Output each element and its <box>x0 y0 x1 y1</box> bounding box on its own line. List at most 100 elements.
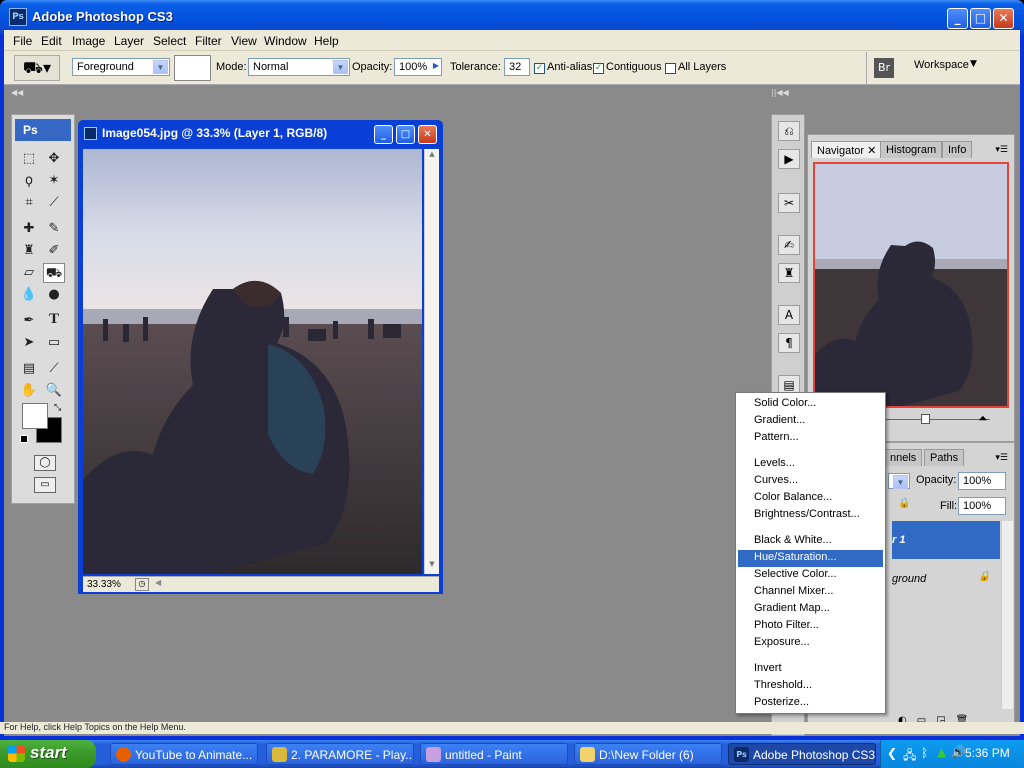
taskbar-item-player[interactable]: 2. PARAMORE - Play... <box>266 743 414 765</box>
paint-bucket-tool-preset-icon[interactable]: ⛟▾ <box>14 55 60 81</box>
eyedropper-tool-icon[interactable]: ⟋ <box>43 359 65 379</box>
menu-item-threshold[interactable]: Threshold... <box>738 678 883 695</box>
blur-tool-icon[interactable]: 💧 <box>18 285 40 305</box>
workspace-button[interactable]: Workspace <box>914 59 969 71</box>
screen-mode-icon[interactable]: ▭ <box>34 477 56 493</box>
title-bar[interactable]: Ps Adobe Photoshop CS3 _ □ ✕ <box>0 0 1024 34</box>
pen-tool-icon[interactable]: ✒ <box>18 311 40 331</box>
history-brush-tool-icon[interactable]: ✐ <box>43 241 65 261</box>
shape-tool-icon[interactable]: ▭ <box>43 333 65 353</box>
crop-tool-icon[interactable]: ⌗ <box>18 193 40 213</box>
menu-image[interactable]: Image <box>72 34 105 48</box>
menu-file[interactable]: File <box>13 34 32 48</box>
image-canvas[interactable] <box>83 149 422 574</box>
menu-item-gradient-map[interactable]: Gradient Map... <box>738 601 883 618</box>
all-layers-checkbox[interactable] <box>665 63 676 74</box>
tab-paths[interactable]: Paths <box>924 449 965 466</box>
tolerance-field[interactable]: 32 <box>504 58 530 76</box>
clone-source-icon[interactable]: ♜ <box>778 263 800 283</box>
menu-item-selective-color[interactable]: Selective Color... <box>738 567 883 584</box>
default-colors-icon[interactable] <box>20 435 28 443</box>
menu-item-pattern[interactable]: Pattern... <box>738 430 883 447</box>
layer-row-layer1[interactable]: r 1 <box>892 521 1000 559</box>
tab-histogram[interactable]: Histogram <box>880 141 943 158</box>
antialias-checkbox[interactable]: ✓ <box>534 63 545 74</box>
navigator-thumbnail[interactable] <box>813 162 1009 408</box>
dodge-tool-icon[interactable]: ● <box>43 285 65 305</box>
lock-icon[interactable]: 🔒 <box>898 498 910 509</box>
tab-navigator[interactable]: Navigator ✕ <box>811 141 883 158</box>
menu-filter[interactable]: Filter <box>195 34 222 48</box>
doc-maximize-button[interactable]: □ <box>396 125 415 144</box>
menu-item-channel-mixer[interactable]: Channel Mixer... <box>738 584 883 601</box>
scroll-up-icon[interactable]: ▲ <box>426 150 438 163</box>
menu-item-black-white[interactable]: Black & White... <box>738 533 883 550</box>
volume-icon[interactable]: 🔊 <box>951 745 966 759</box>
menu-item-photo-filter[interactable]: Photo Filter... <box>738 618 883 635</box>
notes-tool-icon[interactable]: ▤ <box>18 359 40 379</box>
taskbar-item-paint[interactable]: untitled - Paint <box>420 743 568 765</box>
menu-item-curves[interactable]: Curves... <box>738 473 883 490</box>
paragraph-panel-icon[interactable]: ¶ <box>778 333 800 353</box>
menu-item-exposure[interactable]: Exposure... <box>738 635 883 652</box>
pattern-picker[interactable] <box>174 55 211 81</box>
menu-item-brightness-contrast[interactable]: Brightness/Contrast... <box>738 507 883 524</box>
scroll-down-icon[interactable]: ▼ <box>426 560 438 573</box>
tab-channels[interactable]: nnels <box>884 449 923 466</box>
blend-mode-select[interactable]: ▼ <box>888 473 910 489</box>
menu-view[interactable]: View <box>231 34 257 48</box>
menu-item-color-balance[interactable]: Color Balance... <box>738 490 883 507</box>
path-selection-tool-icon[interactable]: ➤ <box>18 333 40 353</box>
close-button[interactable]: ✕ <box>993 8 1014 29</box>
contiguous-checkbox[interactable]: ✓ <box>593 63 604 74</box>
bluetooth-icon[interactable]: ᛒ <box>921 746 928 760</box>
type-tool-icon[interactable]: T <box>43 311 65 331</box>
brushes-panel-icon[interactable]: ✍ <box>778 235 800 255</box>
menu-item-posterize[interactable]: Posterize... <box>738 695 883 712</box>
menu-select[interactable]: Select <box>153 34 186 48</box>
menu-layer[interactable]: Layer <box>114 34 144 48</box>
doc-vertical-scrollbar[interactable]: ▲ ▼ <box>424 149 439 574</box>
photoshop-app-icon[interactable]: Ps <box>9 8 27 26</box>
zoom-in-icon[interactable]: ⏶ <box>978 411 988 426</box>
bridge-icon[interactable]: Br <box>874 58 894 78</box>
menu-item-levels[interactable]: Levels... <box>738 456 883 473</box>
menu-help[interactable]: Help <box>314 34 339 48</box>
layers-scrollbar[interactable] <box>1001 521 1013 709</box>
magic-wand-tool-icon[interactable]: ✶ <box>43 171 65 191</box>
alert-triangle-icon[interactable]: ▲ <box>937 745 946 759</box>
layer-row-background[interactable]: ground 🔒 <box>892 561 1000 599</box>
eraser-tool-icon[interactable]: ▱ <box>18 263 40 283</box>
dock-header[interactable]: ||◀◀ <box>771 88 805 98</box>
history-panel-icon[interactable]: ⎌ <box>778 121 800 141</box>
opacity-field[interactable]: 100% ▶ <box>394 58 442 76</box>
toolbox-header[interactable]: ◀◀ <box>11 88 75 98</box>
maximize-button[interactable]: □ <box>970 8 991 29</box>
zoom-tool-icon[interactable]: 🔍 <box>43 381 65 401</box>
scroll-left-icon[interactable]: ◀ <box>155 578 161 587</box>
foreground-color-swatch[interactable] <box>22 403 48 429</box>
slice-tool-icon[interactable]: ⟋ <box>43 193 65 213</box>
hand-tool-icon[interactable]: ✋ <box>18 381 40 401</box>
brush-tool-icon[interactable]: ✎ <box>43 219 65 239</box>
doc-close-button[interactable]: ✕ <box>418 125 437 144</box>
zoom-level[interactable]: 33.33% <box>87 579 121 590</box>
mode-select[interactable]: Normal ▼ <box>248 58 350 76</box>
spot-healing-tool-icon[interactable]: ✚ <box>18 219 40 239</box>
fill-source-select[interactable]: Foreground ▼ <box>72 58 170 76</box>
menu-item-hue-saturation[interactable]: Hue/Saturation... <box>738 550 883 567</box>
network-icon[interactable]: 🖧 <box>903 746 916 767</box>
layer-opacity-field[interactable]: 100% <box>958 472 1006 490</box>
panel-menu-icon[interactable]: ▾☰ <box>995 145 1008 155</box>
menu-item-gradient[interactable]: Gradient... <box>738 413 883 430</box>
menu-edit[interactable]: Edit <box>41 34 62 48</box>
move-tool-icon[interactable]: ✥ <box>43 149 65 169</box>
tab-info[interactable]: Info <box>942 141 973 158</box>
zoom-slider-thumb[interactable] <box>921 414 930 424</box>
layer-fill-field[interactable]: 100% <box>958 497 1006 515</box>
taskbar-item-firefox[interactable]: YouTube to Animate... <box>110 743 258 765</box>
quick-mask-icon[interactable]: ◯ <box>34 455 56 471</box>
lasso-tool-icon[interactable]: ϙ <box>18 171 40 191</box>
menu-window[interactable]: Window <box>264 34 307 48</box>
close-icon[interactable]: ✕ <box>867 145 876 157</box>
